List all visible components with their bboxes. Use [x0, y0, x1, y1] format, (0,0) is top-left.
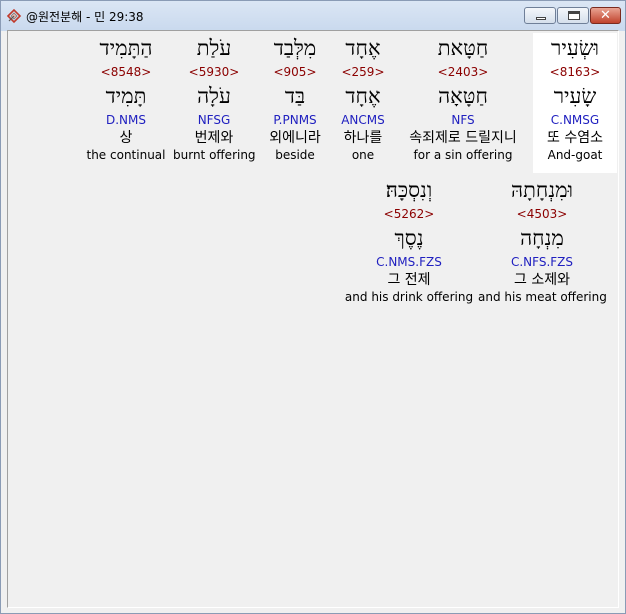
hebrew-lemma: שָׂעִיר: [553, 84, 597, 108]
strong-number[interactable]: <8548>: [84, 63, 168, 82]
english-gloss: burnt offering: [173, 148, 256, 162]
parse-code: P.PNMS: [273, 113, 317, 127]
word-column[interactable]: הַתָּמִיד <8548> תָּמִיד D.NMS 상 the con…: [84, 33, 168, 164]
word-column[interactable]: וּמִנְחָתָהּ <4503> מִנְחָה C.NFS.FZS 그 …: [478, 175, 607, 306]
english-gloss: And-goat: [547, 148, 603, 162]
korean-gloss: 속죄제로 드릴지니: [409, 130, 517, 146]
hebrew-word: חַטָּאת: [437, 36, 489, 60]
korean-gloss: 또 수염소: [547, 130, 603, 146]
window-title: @원전분해 - 민 29:38: [26, 10, 144, 24]
parse-code: NFSG: [197, 113, 231, 127]
english-gloss: the continual: [86, 148, 166, 162]
english-gloss: beside: [275, 148, 315, 162]
strong-number[interactable]: <259>: [334, 63, 392, 82]
interlinear-panel: וּשְׂעִיר <8163> שָׂעִיר C.NMSG 또 수염소 An…: [7, 30, 619, 608]
title-bar[interactable]: @원전분해 - 민 29:38 ✕: [1, 1, 625, 31]
hebrew-word: וּשְׂעִיר: [551, 36, 599, 60]
close-button[interactable]: ✕: [590, 7, 621, 24]
korean-gloss: 외에니라: [269, 130, 321, 146]
english-gloss: and his meat offering: [478, 290, 607, 304]
english-gloss: one: [351, 148, 375, 162]
maximize-icon: [568, 11, 580, 20]
word-column[interactable]: וּשְׂעִיר <8163> שָׂעִיר C.NMSG 또 수염소 An…: [533, 33, 617, 164]
hebrew-lemma: מִנְחָה: [520, 226, 564, 250]
word-column[interactable]: עֹלַת <5930> עֹלָה NFSG 번제와 burnt offeri…: [173, 33, 256, 164]
hebrew-word: וְנִסְכָּהּ׃: [385, 178, 433, 202]
hebrew-lemma: נֶסֶךְ: [394, 226, 424, 250]
hebrew-word: מִלְּבַד: [273, 36, 317, 60]
korean-gloss: 그 전제: [387, 272, 431, 288]
strong-number[interactable]: <4503>: [478, 205, 606, 224]
hebrew-word: הַתָּמִיד: [99, 36, 153, 60]
hebrew-lemma: עֹלָה: [197, 84, 231, 108]
app-logo-icon: [6, 8, 22, 24]
parse-code: D.NMS: [105, 113, 146, 127]
word-column[interactable]: וְנִסְכָּהּ׃ <5262> נֶסֶךְ C.NMS.FZS 그 전…: [344, 175, 474, 306]
hebrew-word: וּמִנְחָתָהּ: [511, 178, 573, 202]
korean-gloss: 상: [119, 130, 133, 146]
parse-code: ANCMS: [341, 113, 385, 127]
hebrew-word: אֶחָד: [345, 36, 381, 60]
hebrew-lemma: תָּמִיד: [105, 84, 147, 108]
strong-number[interactable]: <2403>: [398, 63, 528, 82]
minimize-icon: [536, 17, 546, 20]
app-window: @원전분해 - 민 29:38 ✕ וּשְׂעִיר <8163> שָׂעִ…: [0, 0, 626, 614]
korean-gloss: 그 소제와: [514, 272, 570, 288]
minimize-button[interactable]: [524, 7, 556, 24]
strong-number[interactable]: <5262>: [344, 205, 474, 224]
parse-code: C.NFS.FZS: [510, 255, 574, 269]
close-icon: ✕: [600, 8, 611, 23]
hebrew-lemma: חַטָּאָה: [438, 84, 488, 108]
parse-code: C.NMSG: [550, 113, 600, 127]
korean-gloss: 하나를: [343, 130, 383, 146]
parse-code: NFS: [451, 113, 475, 127]
word-column[interactable]: מִלְּבַד <905> בַּד P.PNMS 외에니라 beside: [260, 33, 330, 164]
word-column[interactable]: חַטָּאת <2403> חַטָּאָה NFS 속죄제로 드릴지니 fo…: [398, 33, 528, 164]
hebrew-word: עֹלַת: [196, 36, 232, 60]
strong-number[interactable]: <5930>: [173, 63, 255, 82]
strong-number[interactable]: <905>: [260, 63, 330, 82]
hebrew-lemma: אֶחָד: [345, 84, 381, 108]
word-column[interactable]: אֶחָד <259> אֶחָד ANCMS 하나를 one: [334, 33, 392, 164]
parse-code: C.NMS.FZS: [376, 255, 442, 269]
hebrew-lemma: בַּד: [284, 84, 306, 108]
maximize-button[interactable]: [557, 7, 589, 24]
strong-number[interactable]: <8163>: [533, 63, 617, 82]
english-gloss: for a sin offering: [413, 148, 513, 162]
korean-gloss: 번제와: [194, 130, 234, 146]
english-gloss: and his drink offering: [344, 290, 474, 304]
